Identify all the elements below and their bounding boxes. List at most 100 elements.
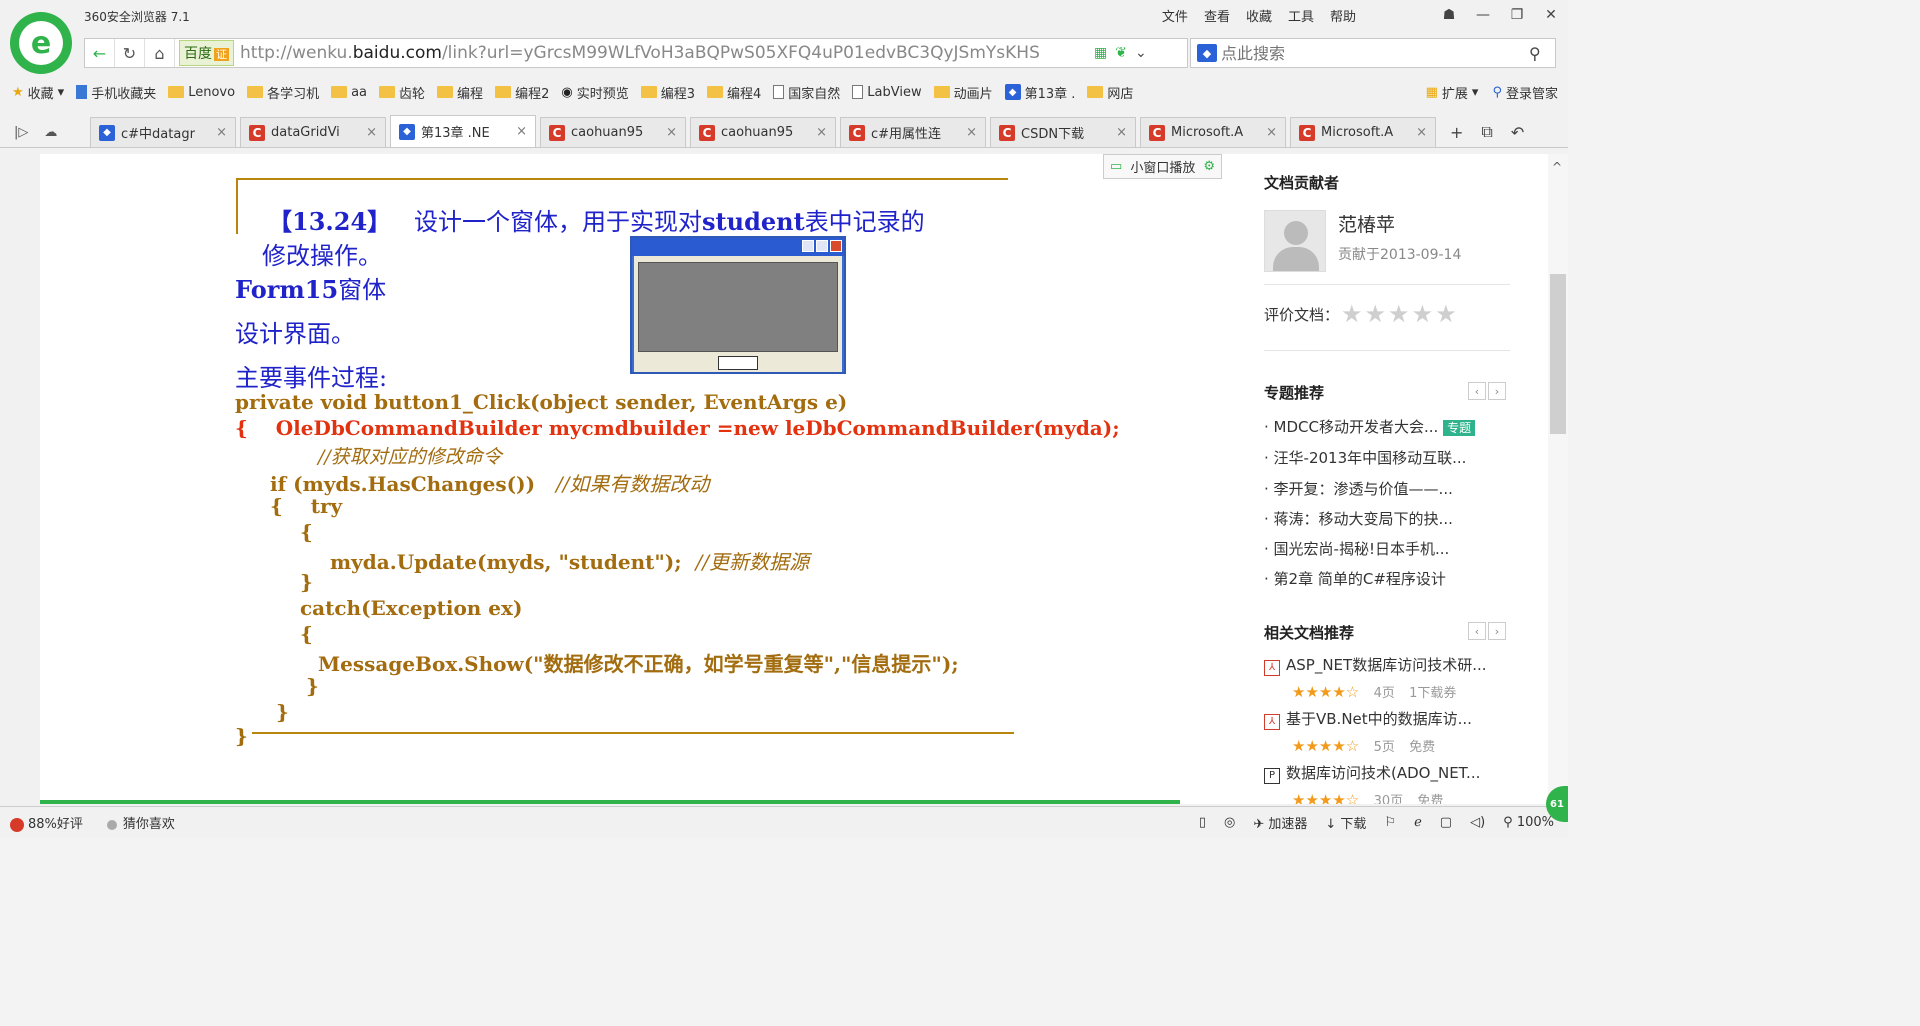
- close-icon[interactable]: ×: [666, 125, 677, 140]
- bookmark-item[interactable]: 编程: [437, 83, 483, 102]
- tab-list-icon[interactable]: ⧉: [1481, 122, 1492, 142]
- baidu-badge[interactable]: 百度证: [179, 40, 234, 66]
- chevron-up-icon[interactable]: ^: [1552, 160, 1562, 174]
- window-icon[interactable]: ▢: [1440, 815, 1452, 830]
- rating-status[interactable]: 88%好评: [10, 813, 83, 832]
- tab-item[interactable]: CdataGridVi ×: [240, 117, 386, 147]
- search-input[interactable]: [1221, 43, 1521, 63]
- search-icon[interactable]: ⚲: [1529, 44, 1541, 63]
- star-icon[interactable]: ★: [1435, 300, 1457, 328]
- tab-item[interactable]: Cc#用属性连 ×: [840, 117, 986, 147]
- home-icon[interactable]: ⌂: [145, 39, 175, 67]
- tab-item[interactable]: C Microsoft.A ×: [1290, 117, 1436, 147]
- bookmark-item[interactable]: 手机收藏夹: [76, 83, 156, 102]
- bookmark-item[interactable]: 国家自然: [773, 83, 840, 102]
- menu-favorites[interactable]: 收藏: [1246, 6, 1272, 25]
- bookmark-item[interactable]: LabView: [852, 85, 922, 100]
- shield-icon[interactable]: ◎: [1224, 815, 1235, 830]
- close-icon[interactable]: ×: [966, 125, 977, 140]
- undo-close-icon[interactable]: ↶: [1511, 123, 1524, 142]
- topic-item[interactable]: · MDCC移动开发者大会... 专题: [1264, 416, 1476, 437]
- refresh-icon[interactable]: ↻: [115, 39, 145, 67]
- chevron-down-icon[interactable]: ⌄: [1135, 45, 1147, 61]
- close-icon[interactable]: ×: [1266, 125, 1277, 140]
- sidebar-toggle-icon[interactable]: |▷: [14, 125, 28, 140]
- topic-item[interactable]: · 汪华-2013年中国移动互联...: [1264, 447, 1466, 468]
- divider: [236, 178, 238, 234]
- star-icon[interactable]: ★: [1412, 300, 1434, 328]
- next-icon[interactable]: ›: [1488, 622, 1506, 640]
- topic-item[interactable]: · 李开复：渗透与价值——...: [1264, 478, 1453, 499]
- topic-item[interactable]: · 蒋涛：移动大变局下的抉...: [1264, 508, 1453, 529]
- related-doc[interactable]: P 数据库访问技术(ADO_NET...: [1264, 762, 1480, 784]
- cloud-icon[interactable]: ☁: [44, 125, 57, 140]
- star-icon[interactable]: ★: [1341, 300, 1363, 328]
- star-icon[interactable]: ★: [1388, 300, 1410, 328]
- baidu-paw-icon[interactable]: ◆: [1197, 44, 1217, 62]
- bookmark-item[interactable]: 编程3: [640, 83, 695, 102]
- scrollbar-thumb[interactable]: [1550, 274, 1566, 434]
- ie-icon[interactable]: ℯ: [1414, 815, 1422, 830]
- zoom-control[interactable]: ⚲ 100%: [1503, 815, 1554, 830]
- mini-player-button[interactable]: ▭ 小窗口播放 ⚙: [1103, 154, 1222, 179]
- bookmark-item[interactable]: ◆ 第13章 .: [1004, 83, 1075, 102]
- related-doc[interactable]: ⅄ ASP_NET数据库访问技术研...: [1264, 654, 1487, 676]
- topic-item[interactable]: · 国光宏尚-揭秘!日本手机...: [1264, 538, 1449, 559]
- gear-icon[interactable]: ⚙: [1203, 159, 1215, 174]
- close-icon[interactable]: ×: [216, 125, 227, 140]
- tab-item[interactable]: C CSDN下载 ×: [990, 117, 1136, 147]
- url-input[interactable]: http://wenku.baidu.com/link?url=yGrcsM99…: [240, 43, 1090, 63]
- accelerator-button[interactable]: ✈ 加速器: [1253, 813, 1307, 832]
- browser-logo[interactable]: e: [10, 12, 72, 74]
- close-icon[interactable]: ×: [516, 124, 527, 139]
- bookmark-item[interactable]: 动画片: [933, 83, 993, 102]
- bookmark-item[interactable]: Lenovo: [168, 85, 235, 100]
- phone-icon[interactable]: ▯: [1199, 815, 1206, 830]
- new-tab-icon[interactable]: +: [1450, 123, 1463, 142]
- close-icon[interactable]: ×: [366, 125, 377, 140]
- avatar[interactable]: [1264, 210, 1326, 272]
- bookmark-item[interactable]: aa: [331, 85, 367, 100]
- flag-icon[interactable]: ⚐: [1384, 815, 1396, 830]
- prev-icon[interactable]: ‹: [1468, 382, 1486, 400]
- qrcode-icon[interactable]: ▦: [1094, 45, 1107, 61]
- menu-help[interactable]: 帮助: [1330, 6, 1356, 25]
- tab-item[interactable]: Ccaohuan95 ×: [690, 117, 836, 147]
- skin-icon[interactable]: ☗: [1432, 0, 1466, 30]
- login-button[interactable]: ⚲ 登录管家: [1492, 83, 1558, 102]
- scrollbar[interactable]: ^: [1548, 154, 1568, 804]
- bookmark-item[interactable]: 编程4: [706, 83, 761, 102]
- bookmark-favorites[interactable]: ★ 收藏 ▾: [12, 83, 64, 102]
- extensions-button[interactable]: ▦ 扩展 ▾: [1426, 83, 1479, 102]
- sound-icon[interactable]: ◁): [1470, 815, 1485, 830]
- tab-item[interactable]: Ccaohuan95 ×: [540, 117, 686, 147]
- close-button[interactable]: ✕: [1534, 0, 1568, 30]
- bookmark-item[interactable]: 各学习机: [247, 83, 319, 102]
- bookmark-item[interactable]: 编程2: [495, 83, 549, 102]
- tab-item-active[interactable]: ◆ 第13章 .NE ×: [390, 115, 536, 147]
- prev-icon[interactable]: ‹: [1468, 622, 1486, 640]
- leaf-icon[interactable]: ❦: [1115, 45, 1127, 61]
- download-button[interactable]: ↓ 下载: [1325, 813, 1366, 832]
- menu-file[interactable]: 文件: [1162, 6, 1188, 25]
- bookmark-item[interactable]: ◉ 实时预览: [561, 83, 628, 102]
- tab-item[interactable]: ◆ c#中datagr ×: [90, 117, 236, 147]
- menu-tools[interactable]: 工具: [1288, 6, 1314, 25]
- minimize-button[interactable]: —: [1466, 0, 1500, 30]
- rating-stars: ★★★★☆: [1292, 737, 1360, 755]
- star-icon[interactable]: ★: [1365, 300, 1387, 328]
- related-doc[interactable]: ⅄ 基于VB.Net中的数据库访...: [1264, 708, 1472, 730]
- next-icon[interactable]: ›: [1488, 382, 1506, 400]
- guess-like[interactable]: 猜你喜欢: [106, 813, 175, 832]
- maximize-button[interactable]: ❐: [1500, 0, 1534, 30]
- tab-item[interactable]: C Microsoft.A ×: [1140, 117, 1286, 147]
- menu-view[interactable]: 查看: [1204, 6, 1230, 25]
- close-icon[interactable]: ×: [1116, 125, 1127, 140]
- close-icon[interactable]: ×: [816, 125, 827, 140]
- topic-item[interactable]: · 第2章 简单的C#程序设计: [1264, 568, 1446, 589]
- close-icon[interactable]: ×: [1416, 125, 1427, 140]
- bookmark-item[interactable]: 齿轮: [379, 83, 425, 102]
- back-arrow-icon[interactable]: ←: [85, 39, 115, 67]
- author-name[interactable]: 范椿苹: [1338, 210, 1395, 237]
- bookmark-item[interactable]: 网店: [1087, 83, 1133, 102]
